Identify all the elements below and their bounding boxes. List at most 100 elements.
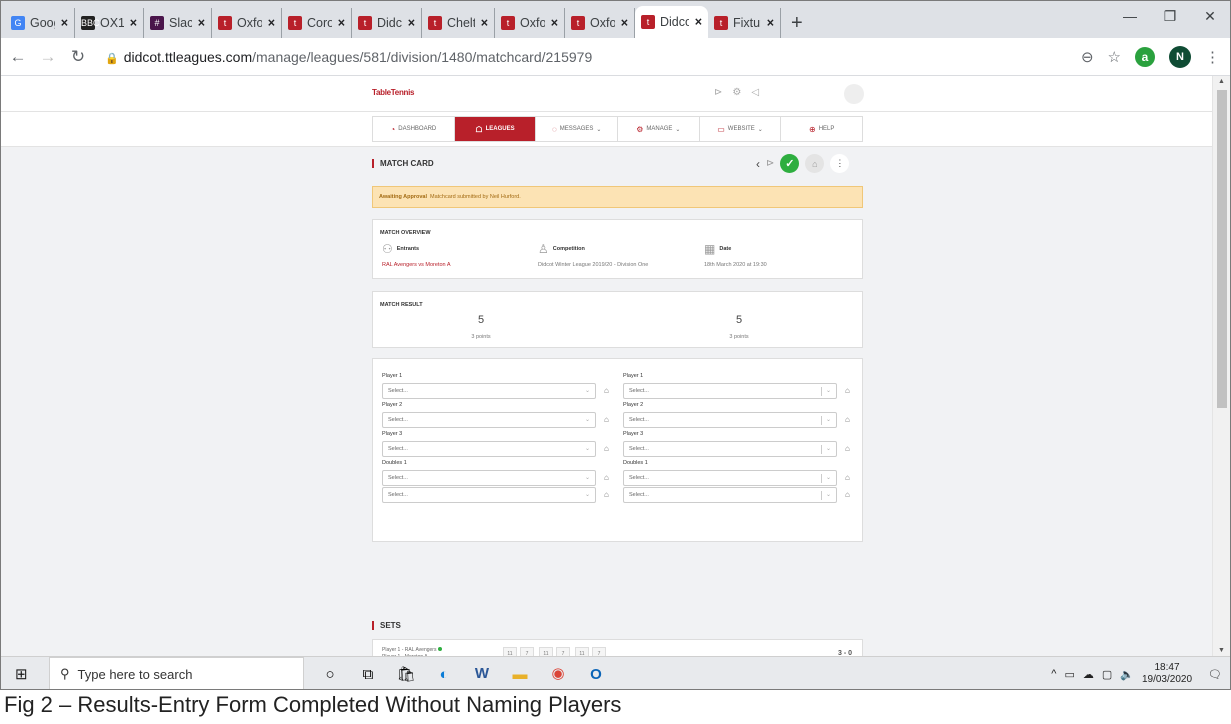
menu-item-dashboard[interactable]: ◔ DASHBOARD	[373, 117, 455, 141]
pin-icon[interactable]: ⊳	[714, 87, 722, 98]
chrome-icon[interactable]: ◉	[539, 657, 577, 689]
settings-icon[interactable]: ⚙	[732, 87, 741, 98]
browser-tab[interactable]: BBCOX14 - ×	[75, 8, 144, 38]
player-select[interactable]: Select... ⌄	[382, 470, 596, 486]
approve-check-icon[interactable]: ✓	[780, 154, 800, 173]
lock-icon[interactable]: ⌂	[604, 490, 609, 499]
menu-item-website[interactable]: ▭ WEBSITE ⌄	[700, 117, 782, 141]
restore-icon[interactable]: ❐	[1150, 1, 1190, 31]
browser-tab[interactable]: t Didcot ×	[635, 6, 708, 38]
player-select[interactable]: Select... ⌄	[623, 441, 837, 457]
lock-icon[interactable]: ⌂	[604, 386, 609, 395]
tab-close-icon[interactable]: ×	[61, 16, 68, 30]
player-select[interactable]: Select... ⌄	[382, 383, 596, 399]
game-score-box[interactable]: 7	[520, 647, 534, 656]
entrants-value[interactable]: RAL Avengers vs Moreton A	[382, 262, 450, 268]
extension-icon[interactable]: a	[1135, 47, 1155, 67]
page-scrollbar[interactable]: ▲ ▼	[1212, 76, 1230, 656]
cortana-icon[interactable]: ○	[311, 657, 349, 689]
player-select[interactable]: Select... ⌄	[623, 470, 837, 486]
profile-avatar[interactable]: N	[1169, 46, 1191, 68]
tab-close-icon[interactable]: ×	[198, 16, 205, 30]
onedrive-icon[interactable]: ☁	[1083, 668, 1094, 681]
url-field[interactable]: 🔒 didcot.ttleagues.com/manage/leagues/581…	[105, 49, 592, 65]
player-select[interactable]: Select... ⌄	[382, 487, 596, 503]
menu-item-messages[interactable]: ◌ MESSAGES ⌄	[536, 117, 619, 141]
back-chevron-icon[interactable]: ‹	[756, 157, 760, 171]
more-options-icon[interactable]: ⋮	[830, 154, 850, 173]
game-score-box[interactable]: 11	[539, 647, 553, 656]
lock-icon[interactable]: ⌂	[604, 444, 609, 453]
tab-close-icon[interactable]: ×	[481, 16, 488, 30]
site-logo[interactable]: TableTennis	[372, 88, 415, 97]
back-icon[interactable]: ←	[5, 47, 31, 67]
game-score-box[interactable]: 11	[575, 647, 589, 656]
lock-icon[interactable]: ⌂	[604, 415, 609, 424]
close-window-icon[interactable]: ✕	[1190, 1, 1230, 31]
browser-tab[interactable]: t Oxford ×	[212, 8, 282, 38]
tab-close-icon[interactable]: ×	[408, 16, 415, 30]
tab-close-icon[interactable]: ×	[695, 15, 702, 29]
task-view-icon[interactable]: ⧉	[349, 657, 387, 689]
volume-icon[interactable]: 🔈	[1120, 668, 1134, 681]
edge-icon[interactable]: ◐	[425, 657, 463, 689]
browser-tab[interactable]: t Didcot ×	[352, 8, 422, 38]
player-select[interactable]: Select... ⌄	[382, 441, 596, 457]
scroll-down-icon[interactable]: ▼	[1218, 647, 1225, 654]
player-select[interactable]: Select... ⌄	[382, 412, 596, 428]
player-select[interactable]: Select... ⌄	[623, 487, 837, 503]
player-select[interactable]: Select... ⌄	[623, 412, 837, 428]
clock[interactable]: 18:47 19/03/2020	[1142, 662, 1192, 686]
browser-tab[interactable]: t Corona ×	[282, 8, 352, 38]
browser-tab[interactable]: t Oxford ×	[565, 8, 635, 38]
new-tab-button[interactable]: +	[781, 8, 813, 38]
player-select[interactable]: Select... ⌄	[623, 383, 837, 399]
minimize-icon[interactable]: —	[1110, 1, 1150, 31]
tray-expand-icon[interactable]: ^	[1051, 668, 1056, 680]
forward-icon[interactable]: →	[35, 47, 61, 67]
notification-center-icon[interactable]: 🗨	[1208, 668, 1222, 681]
tab-close-icon[interactable]: ×	[621, 16, 628, 30]
browser-tab[interactable]: # Slack | ×	[144, 8, 212, 38]
browser-tab[interactable]: t Oxford ×	[495, 8, 565, 38]
browser-tab[interactable]: t Chelter ×	[422, 8, 495, 38]
scroll-thumb[interactable]	[1217, 90, 1227, 408]
lock-icon[interactable]: ⌂	[604, 473, 609, 482]
taskbar-search[interactable]: ⚲ Type here to search	[49, 657, 304, 689]
store-icon[interactable]: 🛍	[387, 657, 425, 689]
browser-menu-icon[interactable]: ⋮	[1205, 48, 1220, 66]
tab-close-icon[interactable]: ×	[130, 16, 137, 30]
tab-close-icon[interactable]: ×	[268, 16, 275, 30]
set-row[interactable]: Player 1 - RAL AvengersPlayer 1 - Moreto…	[372, 639, 863, 656]
menu-item-leagues[interactable]: ☖ LEAGUES	[454, 117, 537, 141]
network-icon[interactable]: ▢	[1102, 668, 1112, 681]
tab-close-icon[interactable]: ×	[551, 16, 558, 30]
browser-tab[interactable]: G Google ×	[5, 8, 75, 38]
tab-close-icon[interactable]: ×	[338, 16, 345, 30]
reload-icon[interactable]: ↻	[65, 47, 91, 67]
bookmark-star-icon[interactable]: ☆	[1108, 48, 1121, 66]
lock-icon[interactable]: ⌂	[845, 415, 850, 424]
notification-icon[interactable]: ◁	[751, 87, 759, 98]
battery-icon[interactable]: ▭	[1064, 668, 1074, 681]
scroll-up-icon[interactable]: ▲	[1218, 78, 1225, 85]
file-explorer-icon[interactable]: ▬	[501, 657, 539, 689]
game-score-box[interactable]: 11	[503, 647, 517, 656]
tab-close-icon[interactable]: ×	[767, 16, 774, 30]
browser-tab[interactable]: t Fixture ×	[708, 8, 781, 38]
lock-icon[interactable]: ⌂	[845, 473, 850, 482]
lock-icon[interactable]: ⌂	[845, 386, 850, 395]
zoom-icon[interactable]: ⊖	[1081, 48, 1094, 66]
menu-item-manage[interactable]: ⚙ MANAGE ⌄	[618, 117, 700, 141]
lock-icon[interactable]: ⌂	[845, 490, 850, 499]
pin-icon[interactable]: ⊳	[766, 158, 774, 169]
lock-icon[interactable]: ⌂	[805, 154, 825, 173]
word-icon[interactable]: W	[463, 657, 501, 689]
user-avatar[interactable]	[844, 84, 864, 104]
outlook-icon[interactable]: O	[577, 657, 615, 689]
windows-start-icon[interactable]: ⊞	[15, 665, 28, 683]
game-score-box[interactable]: 7	[556, 647, 570, 656]
game-score-box[interactable]: 7	[592, 647, 606, 656]
menu-item-help[interactable]: ⊕ HELP	[781, 117, 862, 141]
lock-icon[interactable]: ⌂	[845, 444, 850, 453]
